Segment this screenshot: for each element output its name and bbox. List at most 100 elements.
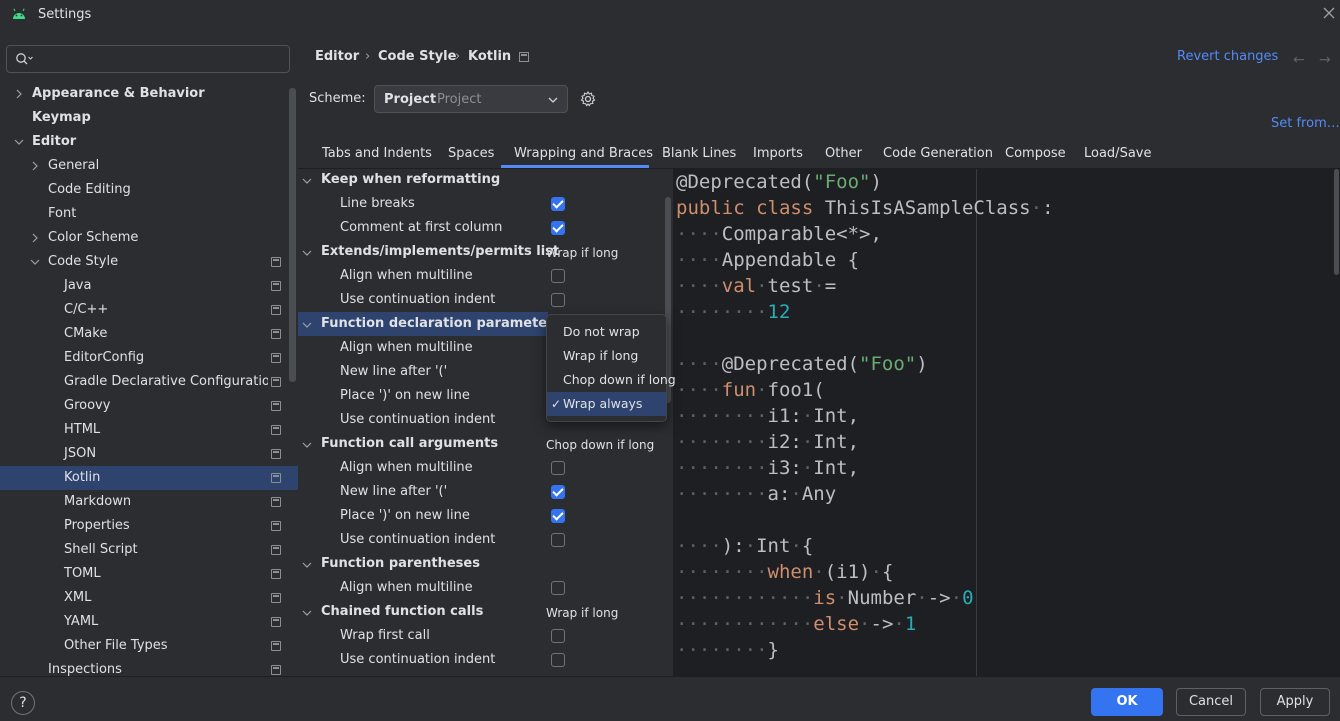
continuation-indent-checkbox[interactable] <box>551 653 565 667</box>
option-continuation-indent: Use continuation indent <box>340 532 496 547</box>
sidebar-item-kotlin[interactable]: Kotlin <box>0 466 298 490</box>
tab-compose[interactable]: Compose <box>1005 146 1066 161</box>
project-scope-icon <box>519 52 529 62</box>
sidebar-item-cmake[interactable]: CMake <box>0 322 298 346</box>
sidebar-item-general[interactable]: General <box>0 154 298 178</box>
sidebar-item-java[interactable]: Java <box>0 274 298 298</box>
breadcrumb-kotlin: Kotlin <box>468 49 512 64</box>
align-multiline-checkbox[interactable] <box>551 269 565 283</box>
tab-tabs-and-indents[interactable]: Tabs and Indents <box>322 146 432 161</box>
popup-item-wrap-if-long[interactable]: Wrap if long <box>547 344 666 368</box>
revert-changes-link[interactable]: Revert changes <box>1177 49 1278 64</box>
tab-spaces[interactable]: Spaces <box>448 146 494 161</box>
search-input[interactable] <box>6 45 290 73</box>
popup-item-do-not-wrap[interactable]: Do not wrap <box>547 320 666 344</box>
tab-imports[interactable]: Imports <box>753 146 803 161</box>
chained-calls-wrap-select[interactable]: Wrap if long <box>546 606 618 620</box>
gear-icon[interactable] <box>579 90 597 108</box>
option-comment-first-column: Comment at first column <box>340 220 503 235</box>
breadcrumb-code-style[interactable]: Code Style <box>378 49 456 64</box>
sidebar-item-other-file-types[interactable]: Other File Types <box>0 634 298 658</box>
option-place-paren-new-line: Place ')' on new line <box>340 388 470 403</box>
sidebar-item-html[interactable]: HTML <box>0 418 298 442</box>
sidebar-item-properties[interactable]: Properties <box>0 514 298 538</box>
project-scope-icon <box>271 353 281 363</box>
forward-arrow-icon[interactable]: → <box>1319 52 1331 68</box>
sidebar-item-groovy[interactable]: Groovy <box>0 394 298 418</box>
sidebar-item-code-editing[interactable]: Code Editing <box>0 178 298 202</box>
tab-other[interactable]: Other <box>825 146 862 161</box>
chevron-down-icon[interactable] <box>302 320 312 330</box>
help-icon[interactable]: ? <box>11 691 35 715</box>
new-line-after-paren-checkbox[interactable] <box>551 485 565 499</box>
option-align-multiline: Align when multiline <box>340 580 473 595</box>
sidebar-item-color-scheme[interactable]: Color Scheme <box>0 226 298 250</box>
chevron-down-icon[interactable] <box>302 608 312 618</box>
project-scope-icon <box>271 473 281 483</box>
code-scrollbar[interactable] <box>1334 169 1339 275</box>
sidebar-item-editorconfig[interactable]: EditorConfig <box>0 346 298 370</box>
back-arrow-icon[interactable]: ← <box>1293 52 1305 68</box>
sidebar-item-markdown[interactable]: Markdown <box>0 490 298 514</box>
sidebar-item-code-style[interactable]: Code Style <box>0 250 298 274</box>
line-breaks-checkbox[interactable] <box>551 197 565 211</box>
sidebar-item-json[interactable]: JSON <box>0 442 298 466</box>
code-line: ····Comparable<*>, <box>676 223 882 245</box>
comment-first-column-checkbox[interactable] <box>551 221 565 235</box>
sidebar-item-yaml[interactable]: YAML <box>0 610 298 634</box>
chevron-down-icon <box>548 97 558 103</box>
close-icon[interactable] <box>1322 6 1338 22</box>
tab-wrapping-and-braces[interactable]: Wrapping and Braces <box>514 146 653 161</box>
align-multiline-checkbox[interactable] <box>551 461 565 475</box>
place-paren-new-line-checkbox[interactable] <box>551 509 565 523</box>
call-args-wrap-select[interactable]: Chop down if long <box>546 438 654 452</box>
continuation-indent-checkbox[interactable] <box>551 533 565 547</box>
option-align-multiline: Align when multiline <box>340 460 473 475</box>
chevron-down-icon[interactable] <box>302 560 312 570</box>
code-line: ····):·Int·{ <box>676 535 814 557</box>
option-continuation-indent: Use continuation indent <box>340 292 496 307</box>
sidebar-scrollbar[interactable] <box>289 88 296 382</box>
continuation-indent-checkbox[interactable] <box>551 293 565 307</box>
ok-button[interactable]: OK <box>1091 688 1163 716</box>
extends-wrap-select[interactable]: Wrap if long <box>546 246 618 260</box>
option-line-breaks: Line breaks <box>340 196 415 211</box>
scheme-label: Scheme: <box>309 91 366 106</box>
apply-button[interactable]: Apply <box>1260 688 1330 716</box>
set-from-link[interactable]: Set from… <box>1271 116 1340 131</box>
chevron-down-icon[interactable] <box>302 248 312 258</box>
group-function-declaration-params: Function declaration parameters <box>321 316 562 331</box>
sidebar-item-inspections[interactable]: Inspections <box>0 658 298 676</box>
chevron-down-icon[interactable] <box>302 176 312 186</box>
align-multiline-checkbox[interactable] <box>551 581 565 595</box>
sidebar-item-label: Groovy <box>64 398 111 413</box>
tab-blank-lines[interactable]: Blank Lines <box>662 146 736 161</box>
sidebar-item-xml[interactable]: XML <box>0 586 298 610</box>
sidebar-item-keymap[interactable]: Keymap <box>0 106 298 130</box>
sidebar-item-label: Java <box>64 278 92 293</box>
scheme-dropdown[interactable]: Project Project <box>374 85 568 113</box>
sidebar-item-editor[interactable]: Editor <box>0 130 298 154</box>
sidebar-item-gradle-declarative[interactable]: Gradle Declarative Configuration La <box>0 370 298 394</box>
sidebar-item-label: Other File Types <box>64 638 168 653</box>
tab-code-generation[interactable]: Code Generation <box>883 146 993 161</box>
sidebar-item-label: Markdown <box>64 494 132 509</box>
wrap-first-call-checkbox[interactable] <box>551 629 565 643</box>
popup-item-chop-down-if-long[interactable]: Chop down if long <box>547 368 676 392</box>
sidebar-item-toml[interactable]: TOML <box>0 562 298 586</box>
breadcrumb-editor[interactable]: Editor <box>315 49 359 64</box>
group-keep-when-reformatting: Keep when reformatting <box>321 172 501 187</box>
sidebar-item-shell-script[interactable]: Shell Script <box>0 538 298 562</box>
project-scope-icon <box>271 449 281 459</box>
tab-load-save[interactable]: Load/Save <box>1084 146 1151 161</box>
cancel-button[interactable]: Cancel <box>1176 688 1246 716</box>
chevron-down-icon[interactable] <box>302 440 312 450</box>
sidebar-item-cpp[interactable]: C/C++ <box>0 298 298 322</box>
popup-item-wrap-always[interactable]: ✓ Wrap always <box>547 392 666 416</box>
sidebar-item-font[interactable]: Font <box>0 202 298 226</box>
sidebar-item-appearance[interactable]: Appearance & Behavior <box>0 82 298 106</box>
right-margin-guide <box>976 169 977 676</box>
code-line: ····fun·foo1( <box>676 379 825 401</box>
sidebar-item-label: Inspections <box>48 662 122 676</box>
breadcrumb-separator: › <box>455 49 461 64</box>
